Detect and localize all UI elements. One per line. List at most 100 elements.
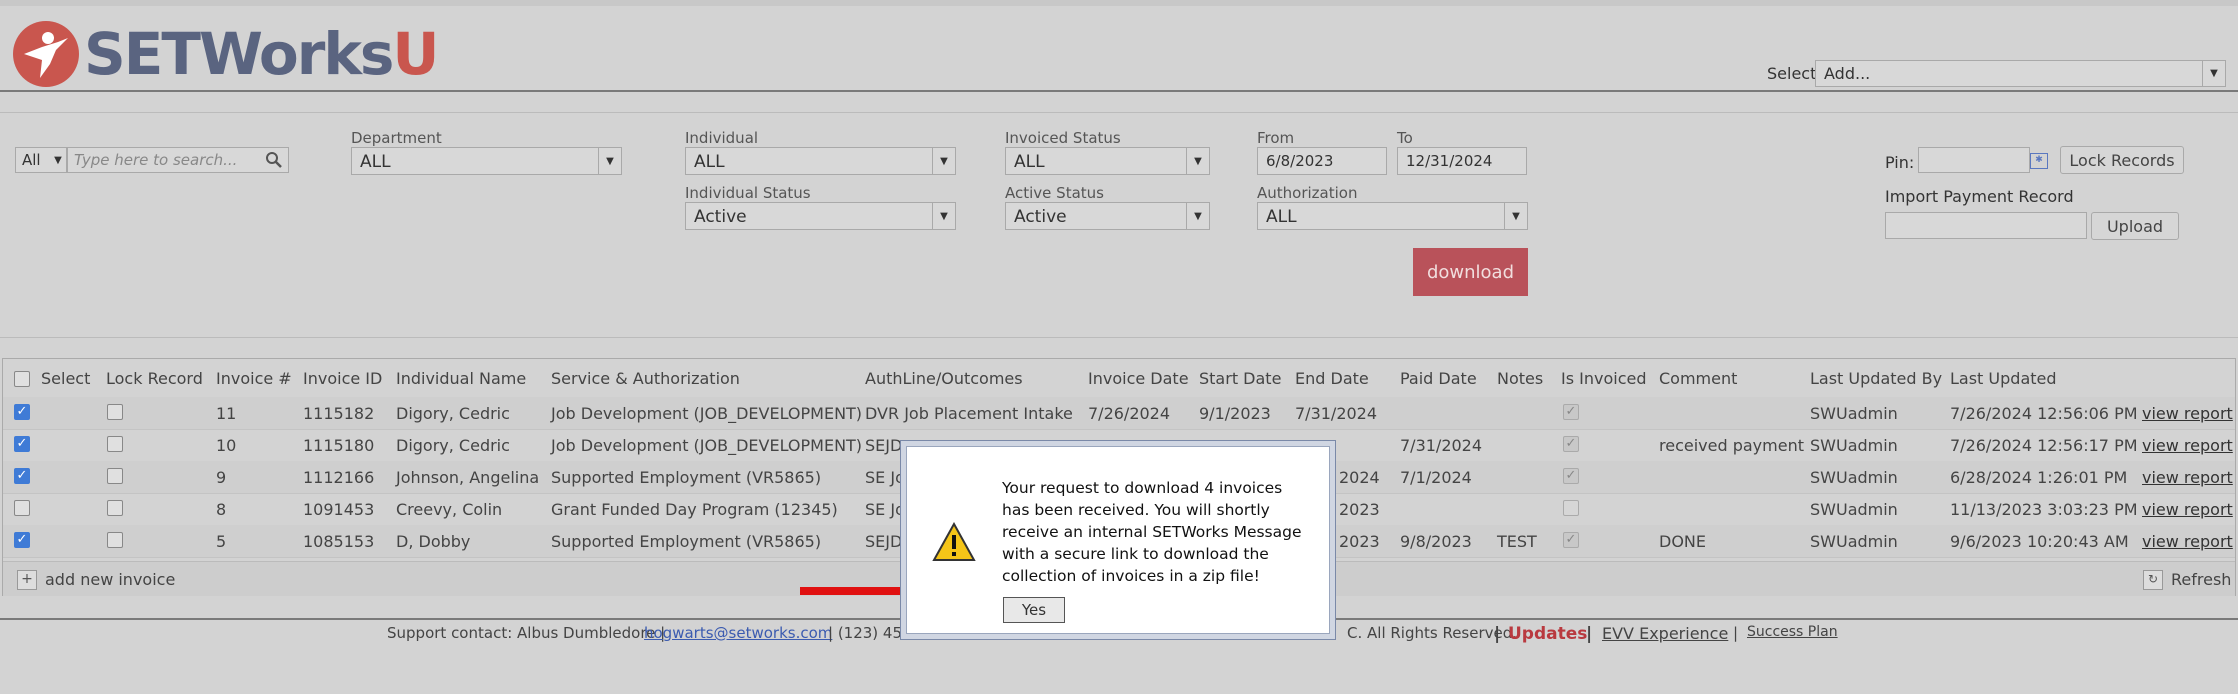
table-row[interactable]: ✓ 11 1115182 Digory, Cedric Job Developm…	[3, 397, 2235, 430]
col-last-updated-by[interactable]: Last Updated By	[1810, 369, 1942, 388]
department-value: ALL	[360, 152, 391, 172]
row-lock-checkbox[interactable]	[107, 468, 123, 484]
select-all-checkbox[interactable]	[14, 371, 30, 387]
invoice-no-cell: 8	[216, 500, 227, 519]
service-cell: Job Development (JOB_DEVELOPMENT)	[551, 404, 863, 423]
last-updated-cell: 6/28/2024 1:26:01 PM	[1950, 468, 2128, 487]
plus-icon[interactable]: +	[17, 570, 37, 590]
import-payment-label: Import Payment Record	[1885, 187, 2074, 206]
updated-by-cell: SWUadmin	[1810, 500, 1898, 519]
row-lock-checkbox[interactable]	[107, 532, 123, 548]
chevron-down-icon: ▼	[932, 148, 955, 174]
add-new-invoice-link[interactable]: add new invoice	[45, 570, 175, 589]
col-invoice-no[interactable]: Invoice #	[216, 369, 292, 388]
last-updated-cell: 9/6/2023 10:20:43 AM	[1950, 532, 2129, 551]
individual-status-value: Active	[694, 207, 747, 227]
row-select-checkbox[interactable]: ✓	[14, 468, 30, 484]
search-icon[interactable]	[265, 151, 283, 169]
view-report-link[interactable]: view report	[2142, 532, 2233, 551]
from-date-input[interactable]: 6/8/2023	[1257, 147, 1387, 175]
service-cell: Job Development (JOB_DEVELOPMENT)	[551, 436, 863, 455]
row-select-checkbox[interactable]: ✓	[14, 436, 30, 452]
search-placeholder: Type here to search...	[74, 151, 238, 169]
col-authline[interactable]: AuthLine/Outcomes	[865, 369, 1023, 388]
pin-input[interactable]	[1918, 147, 2030, 173]
to-label: To	[1397, 129, 1413, 147]
row-lock-checkbox[interactable]	[107, 436, 123, 452]
add-select[interactable]: Add... ▼	[1815, 60, 2226, 87]
filter-panel: All ▼ Type here to search... Department …	[0, 112, 2238, 338]
search-scope-select[interactable]: All ▼	[15, 147, 67, 173]
row-select-checkbox[interactable]: ✓	[14, 532, 30, 548]
refresh-icon[interactable]: ↻	[2143, 570, 2163, 590]
individual-value: ALL	[694, 152, 725, 172]
end-date-cell: 7/31/2024	[1295, 404, 1378, 423]
view-report-link[interactable]: view report	[2142, 404, 2233, 423]
view-report-link[interactable]: view report	[2142, 436, 2233, 455]
row-select-checkbox[interactable]	[14, 500, 30, 516]
department-label: Department	[351, 129, 442, 147]
invoice-date-cell: 7/26/2024	[1088, 404, 1171, 423]
col-is-invoiced[interactable]: Is Invoiced	[1561, 369, 1647, 388]
last-updated-cell: 7/26/2024 12:56:17 PM	[1950, 436, 2138, 455]
invoice-id-cell: 1115180	[303, 436, 375, 455]
col-paid-date[interactable]: Paid Date	[1400, 369, 1477, 388]
is-invoiced-checkbox: ✓	[1563, 532, 1579, 548]
lock-records-button[interactable]: Lock Records	[2060, 146, 2184, 174]
authorization-select[interactable]: ALL ▼	[1257, 202, 1528, 230]
col-lock-record[interactable]: Lock Record	[106, 369, 203, 388]
refresh-button[interactable]: Refresh	[2171, 570, 2231, 589]
individual-select[interactable]: ALL ▼	[685, 147, 956, 175]
invoiced-status-label: Invoiced Status	[1005, 129, 1121, 147]
chevron-down-icon: ▼	[1186, 203, 1209, 229]
evv-experience-link[interactable]: EVV Experience	[1602, 624, 1728, 643]
search-scope-value: All	[22, 151, 41, 169]
col-start-date[interactable]: Start Date	[1199, 369, 1281, 388]
chevron-down-icon: ▼	[598, 148, 621, 174]
individual-name-cell: Digory, Cedric	[396, 436, 510, 455]
individual-status-select[interactable]: Active ▼	[685, 202, 956, 230]
row-select-checkbox[interactable]: ✓	[14, 404, 30, 420]
end-date-cell: 2023	[1339, 500, 1380, 519]
keyboard-icon[interactable]: ✱	[2030, 153, 2048, 169]
view-report-link[interactable]: view report	[2142, 500, 2233, 519]
warning-icon	[932, 522, 976, 561]
invoice-no-cell: 10	[216, 436, 237, 455]
active-status-select[interactable]: Active ▼	[1005, 202, 1210, 230]
col-service[interactable]: Service & Authorization	[551, 369, 740, 388]
chevron-down-icon: ▼	[54, 154, 62, 166]
invoiced-status-value: ALL	[1014, 152, 1045, 172]
authline-cell: SEJD	[865, 532, 903, 551]
to-date-input[interactable]: 12/31/2024	[1397, 147, 1527, 175]
col-notes[interactable]: Notes	[1497, 369, 1543, 388]
search-input[interactable]: Type here to search...	[67, 147, 289, 173]
col-last-updated[interactable]: Last Updated	[1950, 369, 2057, 388]
row-lock-checkbox[interactable]	[107, 404, 123, 420]
col-end-date[interactable]: End Date	[1295, 369, 1369, 388]
updates-link[interactable]: Updates	[1508, 624, 1587, 644]
app-logo: SETWorksU	[84, 20, 440, 88]
notes-cell: TEST	[1497, 532, 1537, 551]
col-comment[interactable]: Comment	[1659, 369, 1737, 388]
col-select[interactable]: Select	[41, 369, 90, 388]
download-button[interactable]: download	[1413, 248, 1528, 296]
import-file-input[interactable]	[1885, 212, 2087, 239]
invoice-no-cell: 9	[216, 468, 227, 487]
setworks-logo-icon	[13, 21, 79, 87]
individual-label: Individual	[685, 129, 759, 147]
col-invoice-id[interactable]: Invoice ID	[303, 369, 382, 388]
invoice-id-cell: 1115182	[303, 404, 375, 423]
yes-button[interactable]: Yes	[1003, 597, 1065, 623]
support-contact: Support contact: Albus Dumbledore |	[387, 624, 666, 642]
support-email-link[interactable]: hogwarts@setworks.com	[644, 624, 832, 642]
chevron-down-icon: ▼	[932, 203, 955, 229]
view-report-link[interactable]: view report	[2142, 468, 2233, 487]
col-invoice-date[interactable]: Invoice Date	[1088, 369, 1189, 388]
row-lock-checkbox[interactable]	[107, 500, 123, 516]
invoiced-status-select[interactable]: ALL ▼	[1005, 147, 1210, 175]
upload-button[interactable]: Upload	[2091, 212, 2179, 240]
service-cell: Supported Employment (VR5865)	[551, 532, 822, 551]
success-plan-link[interactable]: Success Plan	[1747, 624, 1838, 640]
department-select[interactable]: ALL ▼	[351, 147, 622, 175]
col-individual-name[interactable]: Individual Name	[396, 369, 526, 388]
